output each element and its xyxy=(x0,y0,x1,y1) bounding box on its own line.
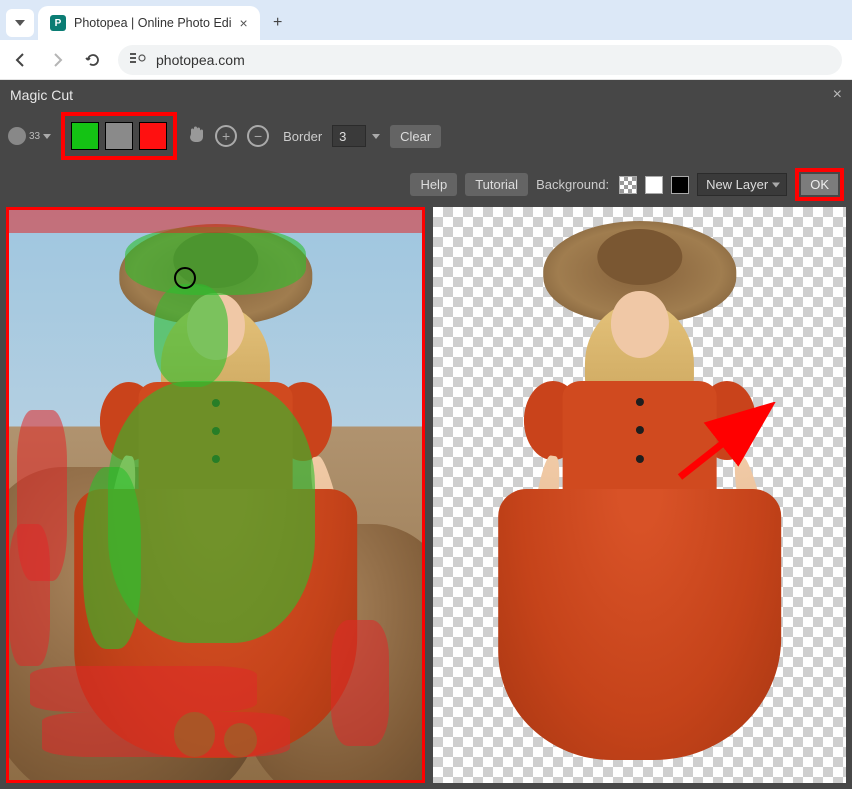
chevron-down-icon xyxy=(43,134,51,139)
dress-button-shape xyxy=(212,427,220,435)
url-text: photopea.com xyxy=(156,52,245,68)
color-swatches-highlighted xyxy=(61,112,177,160)
toolbar-row-2: Help Tutorial Background: New Layer OK xyxy=(0,164,852,207)
back-button[interactable] xyxy=(10,49,32,71)
border-input[interactable]: 3 xyxy=(332,125,366,147)
dress-button-shape xyxy=(212,399,220,407)
chevron-down-icon[interactable] xyxy=(372,134,380,139)
hand-tool-icon[interactable] xyxy=(187,124,205,149)
zoom-in-button[interactable]: + xyxy=(215,125,237,147)
neutral-swatch[interactable] xyxy=(105,122,133,150)
forward-button[interactable] xyxy=(46,49,68,71)
face-shape xyxy=(611,291,669,359)
browser-tab[interactable]: P Photopea | Online Photo Edi × xyxy=(38,6,260,40)
layer-mode-select[interactable]: New Layer xyxy=(697,173,787,196)
dialog-title: Magic Cut xyxy=(10,87,73,103)
dress-button-shape xyxy=(636,455,644,463)
dress-button-shape xyxy=(212,455,220,463)
tab-list-dropdown[interactable] xyxy=(6,9,34,37)
reload-button[interactable] xyxy=(82,49,104,71)
new-tab-button[interactable]: + xyxy=(264,9,292,37)
clear-button[interactable]: Clear xyxy=(390,125,441,148)
chevron-down-icon xyxy=(15,20,25,26)
tab-bar: P Photopea | Online Photo Edi × + xyxy=(0,0,852,40)
tutorial-button[interactable]: Tutorial xyxy=(465,173,528,196)
back-arrow-icon xyxy=(13,52,29,68)
border-input-wrap: 3 xyxy=(332,125,380,147)
background-label: Background: xyxy=(536,177,609,192)
source-pane[interactable] xyxy=(6,207,425,783)
dialog-title-row: Magic Cut × xyxy=(0,80,852,108)
background-swatch[interactable] xyxy=(139,122,167,150)
skirt-shape xyxy=(498,489,781,761)
result-pane[interactable] xyxy=(433,207,846,783)
face-shape xyxy=(187,293,245,360)
reload-icon xyxy=(85,52,101,68)
subject-figure xyxy=(54,220,376,780)
skirt-shape xyxy=(74,489,357,758)
layer-mode-value: New Layer xyxy=(706,177,768,192)
address-bar: photopea.com xyxy=(0,40,852,80)
forward-arrow-icon xyxy=(49,52,65,68)
help-button[interactable]: Help xyxy=(410,173,457,196)
zoom-out-button[interactable]: − xyxy=(247,125,269,147)
photopea-favicon-icon: P xyxy=(50,15,66,31)
url-field[interactable]: photopea.com xyxy=(118,45,842,75)
dress-button-shape xyxy=(636,426,644,434)
subject-figure-cutout xyxy=(478,217,800,783)
border-value: 3 xyxy=(339,129,346,144)
foreground-swatch[interactable] xyxy=(71,122,99,150)
preview-panes xyxy=(0,207,852,789)
magic-cut-dialog: Magic Cut × 33 + − Border 3 Clear xyxy=(0,80,852,789)
background-white[interactable] xyxy=(645,176,663,194)
ok-button[interactable]: OK xyxy=(801,174,838,195)
site-settings-icon[interactable] xyxy=(130,52,146,67)
dress-button-shape xyxy=(636,398,644,406)
border-label: Border xyxy=(283,129,322,144)
ok-button-highlighted: OK xyxy=(795,168,844,201)
close-tab-icon[interactable]: × xyxy=(240,15,248,31)
brush-size-value: 33 xyxy=(29,131,40,142)
background-transparent[interactable] xyxy=(619,176,637,194)
tab-title: Photopea | Online Photo Edi xyxy=(74,16,232,30)
close-dialog-button[interactable]: × xyxy=(833,86,842,104)
background-black[interactable] xyxy=(671,176,689,194)
browser-chrome: P Photopea | Online Photo Edi × + photop… xyxy=(0,0,852,80)
brush-preview-icon xyxy=(8,127,26,145)
toolbar-row-1: 33 + − Border 3 Clear xyxy=(0,108,852,164)
brush-size-control[interactable]: 33 xyxy=(8,127,51,145)
